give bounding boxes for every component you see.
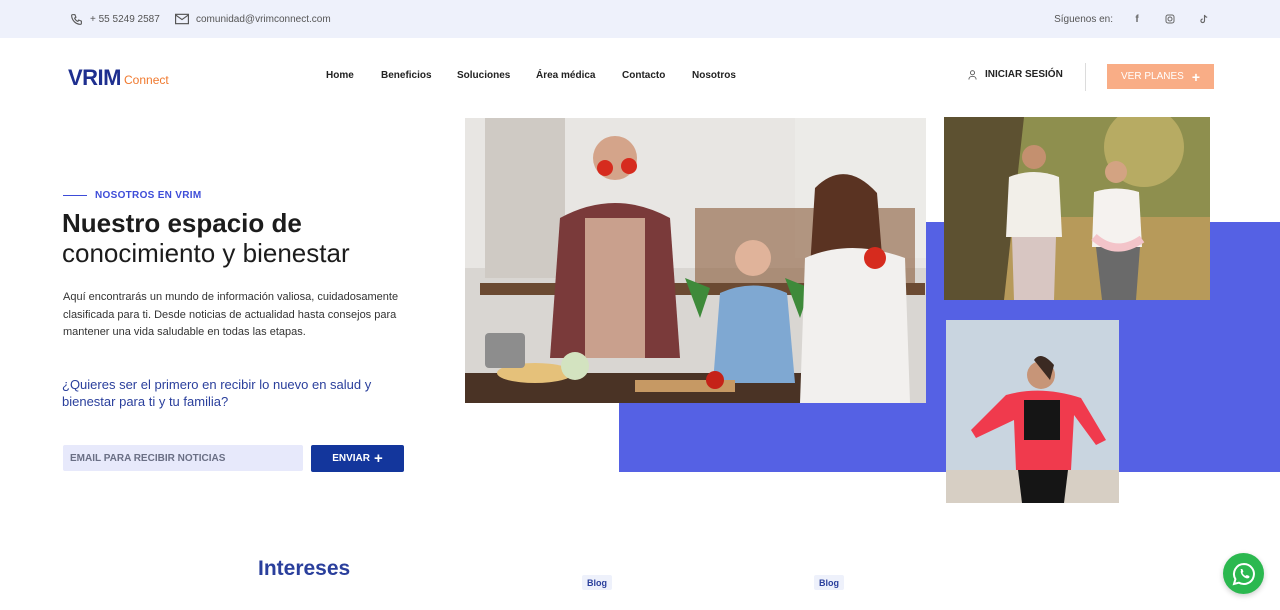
plus-icon: +	[1191, 68, 1200, 85]
user-icon	[968, 69, 977, 80]
top-contact-bar: + 55 5249 2587 comunidad@vrimconnect.com…	[0, 0, 1280, 38]
phone-contact[interactable]: + 55 5249 2587	[70, 0, 160, 38]
login-link[interactable]: INICIAR SESIÓN	[968, 69, 1063, 80]
header-divider	[1085, 63, 1086, 91]
hero-title-line2: conocimiento y bienestar	[62, 238, 350, 268]
email-contact[interactable]: comunidad@vrimconnect.com	[175, 0, 331, 38]
nav-contacto[interactable]: Contacto	[622, 70, 665, 81]
blog-tag[interactable]: Blog	[814, 575, 844, 590]
ver-planes-button[interactable]: VER PLANES +	[1107, 64, 1214, 89]
couple-running-photo	[944, 117, 1210, 300]
family-kitchen-photo	[465, 118, 926, 403]
nav-area-medica[interactable]: Área médica	[536, 70, 595, 81]
eyebrow-text: NOSOTROS EN VRIM	[95, 190, 202, 201]
hero-paragraph: Aquí encontrarás un mundo de información…	[63, 291, 399, 338]
nav-beneficios[interactable]: Beneficios	[381, 70, 432, 81]
blog-tag[interactable]: Blog	[582, 575, 612, 590]
send-button[interactable]: ENVIAR +	[311, 445, 404, 472]
eyebrow-line	[63, 195, 87, 196]
phone-number: + 55 5249 2587	[90, 13, 160, 25]
cta-label: VER PLANES	[1121, 71, 1184, 82]
follow-label: Síguenos en:	[1054, 13, 1113, 25]
logo-main-text: VRIM	[68, 65, 122, 90]
hero-title-line1: Nuestro espacio de	[62, 208, 302, 238]
vrim-logo[interactable]: VRIM Connect	[68, 63, 169, 91]
tiktok-icon[interactable]	[1196, 11, 1212, 27]
section-eyebrow: NOSOTROS EN VRIM	[63, 190, 201, 201]
mail-icon	[175, 13, 189, 25]
plus-icon: +	[374, 449, 383, 467]
newsletter-question: ¿Quieres ser el primero en recibir lo nu…	[62, 377, 372, 409]
logo-sub-text: Connect	[124, 73, 169, 87]
send-label: ENVIAR	[332, 453, 371, 464]
newsletter-email-input[interactable]	[63, 445, 303, 471]
whatsapp-button[interactable]	[1223, 553, 1264, 594]
phone-icon	[71, 13, 82, 25]
instagram-icon[interactable]	[1162, 11, 1178, 27]
facebook-icon[interactable]: f	[1129, 11, 1145, 27]
nav-home[interactable]: Home	[326, 70, 354, 81]
nav-nosotros[interactable]: Nosotros	[692, 70, 736, 81]
login-label: INICIAR SESIÓN	[985, 69, 1063, 80]
email-address: comunidad@vrimconnect.com	[196, 13, 331, 25]
woman-exercising-photo	[946, 320, 1119, 503]
nav-soluciones[interactable]: Soluciones	[457, 70, 510, 81]
whatsapp-icon	[1232, 562, 1255, 585]
intereses-heading: Intereses	[258, 557, 351, 580]
